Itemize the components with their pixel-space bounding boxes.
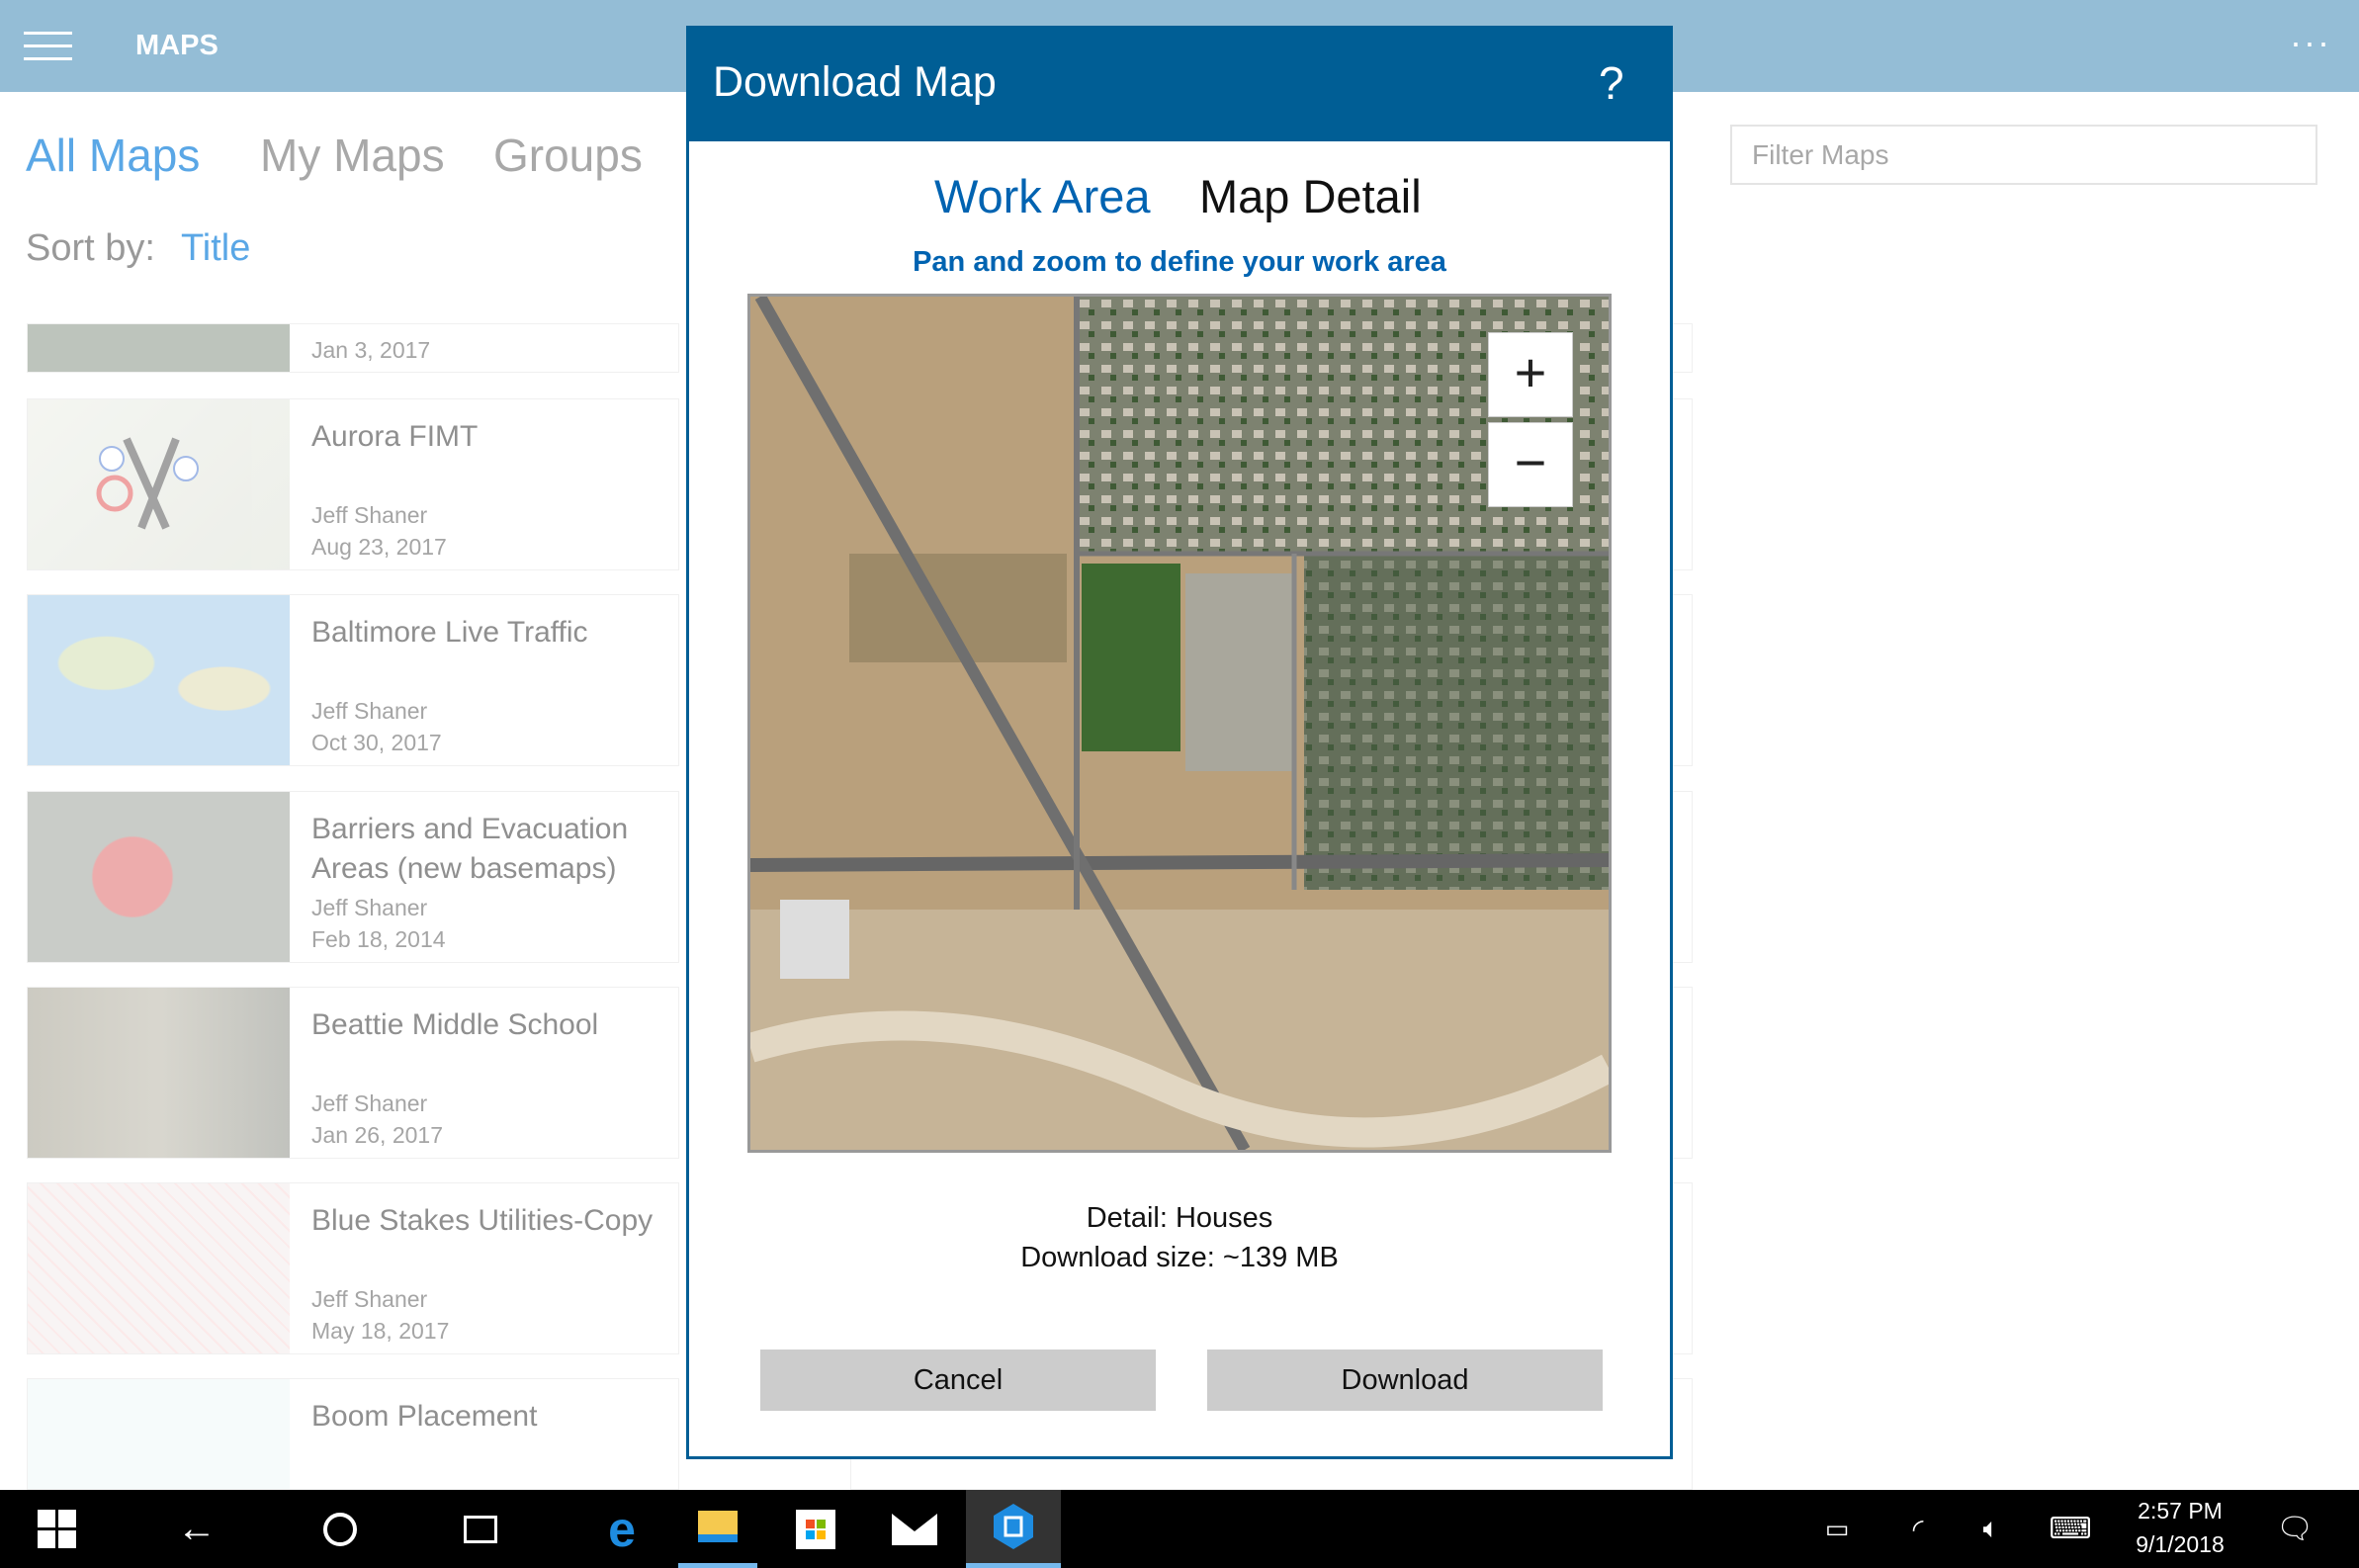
map-card[interactable]: Jan 3, 2017 <box>27 323 679 373</box>
work-area-map[interactable]: + − <box>747 294 1612 1153</box>
map-date: Feb 18, 2014 <box>311 926 446 952</box>
map-author: Jeff Shaner <box>311 698 428 724</box>
map-author: Jeff Shaner <box>311 502 428 528</box>
tab-work-area[interactable]: Work Area <box>934 169 1151 223</box>
cortana-search-icon[interactable] <box>301 1490 380 1568</box>
volume-icon[interactable]: 🔈︎ <box>1952 1490 2031 1568</box>
sort-dropdown[interactable]: Title <box>181 227 250 270</box>
tab-groups[interactable]: Groups <box>493 129 643 182</box>
battery-icon[interactable]: ▭ <box>1797 1490 1877 1568</box>
map-thumbnail <box>28 399 290 569</box>
store-icon[interactable] <box>776 1490 855 1568</box>
map-card[interactable]: Baltimore Live Traffic Jeff Shaner Oct 3… <box>27 594 679 766</box>
clock[interactable]: 2:57 PM 9/1/2018 <box>2126 1494 2234 1561</box>
map-title: Boom Placement <box>311 1400 538 1433</box>
file-explorer-icon[interactable] <box>678 1490 757 1568</box>
map-date: Jan 26, 2017 <box>311 1122 444 1148</box>
map-card[interactable]: Beattie Middle School Jeff Shaner Jan 26… <box>27 987 679 1159</box>
taskbar: ← e ▭ ◜ 🔈︎ ⌨ 2:57 PM 9/1/2018 🗨︎ <box>0 1490 2359 1568</box>
map-thumbnail <box>28 792 290 962</box>
map-date: Oct 30, 2017 <box>311 730 442 755</box>
map-title: Blue Stakes Utilities-Copy <box>311 1204 654 1237</box>
zoom-out-button[interactable]: − <box>1488 422 1573 507</box>
download-info: Detail: Houses Download size: ~139 MB <box>689 1198 1670 1277</box>
map-card[interactable]: Boom Placement <box>27 1378 679 1490</box>
instruction-text: Pan and zoom to define your work area <box>913 246 1446 278</box>
map-author: Jeff Shaner <box>311 1090 428 1116</box>
cancel-button[interactable]: Cancel <box>760 1350 1156 1411</box>
map-card[interactable]: Aurora FIMT Jeff Shaner Aug 23, 2017 <box>27 398 679 570</box>
filter-maps-input[interactable] <box>1730 125 2317 185</box>
map-thumbnail <box>28 1379 290 1489</box>
collector-app-icon[interactable] <box>966 1490 1061 1568</box>
map-title: Beattie Middle School <box>311 1008 599 1041</box>
wifi-icon[interactable]: ◜ <box>1878 1490 1958 1568</box>
sort-label: Sort by: <box>26 227 155 269</box>
hamburger-menu-icon[interactable] <box>24 32 72 61</box>
map-title: Aurora FIMT <box>311 420 479 453</box>
satellite-imagery <box>750 297 1609 1150</box>
tab-my-maps[interactable]: My Maps <box>260 129 445 182</box>
dialog-title: Download Map <box>713 58 997 106</box>
map-title: Barriers and Evacuation Areas (new basem… <box>311 813 629 885</box>
windows-start-icon[interactable] <box>18 1490 97 1568</box>
download-button[interactable]: Download <box>1207 1350 1603 1411</box>
map-title: Baltimore Live Traffic <box>311 616 588 649</box>
download-size-text: Download size: ~139 MB <box>1020 1242 1339 1273</box>
map-author: Jeff Shaner <box>311 1286 428 1312</box>
map-date: May 18, 2017 <box>311 1318 450 1344</box>
map-thumbnail <box>28 595 290 765</box>
map-card[interactable]: Barriers and Evacuation Areas (new basem… <box>27 791 679 963</box>
mail-icon[interactable] <box>875 1490 954 1568</box>
detail-level-text: Detail: Houses <box>1086 1202 1273 1234</box>
zoom-in-button[interactable]: + <box>1488 332 1573 417</box>
task-view-icon[interactable] <box>441 1490 520 1568</box>
dialog-header: Download Map ? <box>689 29 1670 141</box>
edge-browser-icon[interactable]: e <box>582 1490 661 1568</box>
back-arrow-icon[interactable]: ← <box>157 1490 236 1568</box>
clock-date: 9/1/2018 <box>2136 1531 2225 1557</box>
help-icon[interactable]: ? <box>1599 56 1624 110</box>
tab-map-detail[interactable]: Map Detail <box>1199 169 1422 223</box>
map-author: Jeff Shaner <box>311 895 428 920</box>
action-center-icon[interactable]: 🗨︎ <box>2255 1490 2334 1568</box>
map-card[interactable]: Blue Stakes Utilities-Copy Jeff Shaner M… <box>27 1182 679 1354</box>
touch-keyboard-icon[interactable]: ⌨ <box>2031 1490 2110 1568</box>
more-options-icon[interactable]: ··· <box>2290 22 2331 63</box>
map-thumbnail <box>28 324 290 372</box>
map-thumbnail <box>28 1183 290 1353</box>
tab-all-maps[interactable]: All Maps <box>26 129 200 182</box>
map-thumbnail <box>28 988 290 1158</box>
app-title: MAPS <box>135 30 218 61</box>
clock-time: 2:57 PM <box>2138 1498 2223 1524</box>
download-map-dialog: Download Map ? Work Area Map Detail Pan … <box>686 26 1673 1459</box>
map-date: Jan 3, 2017 <box>311 337 431 363</box>
map-date: Aug 23, 2017 <box>311 534 447 560</box>
